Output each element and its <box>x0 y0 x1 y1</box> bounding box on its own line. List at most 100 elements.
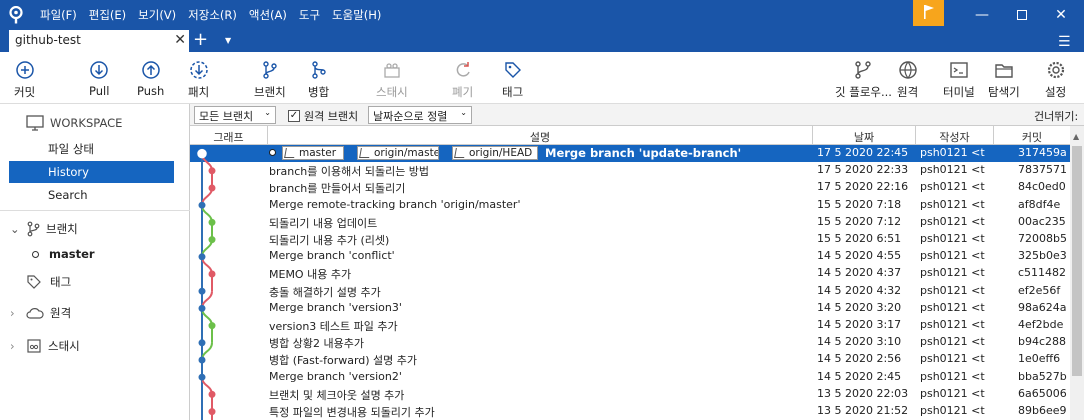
cloud-icon <box>26 308 44 319</box>
ref-label[interactable]: origin/master <box>357 146 439 160</box>
commit-row[interactable]: branch를 만들어서 되돌리기 17 5 2020 22:16 psh0121 … <box>190 179 1070 196</box>
sidebar-section-remotes[interactable]: › 원격 <box>0 302 190 324</box>
repo-tab[interactable]: github-test ✕ <box>9 30 189 52</box>
ref-label[interactable]: master <box>282 146 344 160</box>
sidebar-section-stash[interactable]: › 스태시 <box>0 335 190 357</box>
commit-row[interactable]: Merge remote-tracking branch 'origin/mas… <box>190 197 1070 214</box>
commit-row[interactable]: master origin/master origin/HEAD Merge bran… <box>190 145 1070 163</box>
commit-row[interactable]: version3 테스트 파일 추가 14 5 2020 3:17 psh0121 … <box>190 317 1070 334</box>
commit-row[interactable]: 특정 파일의 변경내용 되돌리기 추가 13 5 2020 21:52 psh012… <box>190 403 1070 420</box>
commit-row[interactable]: Merge branch 'conflict' 14 5 2020 4:55 psh… <box>190 248 1070 265</box>
commit-node <box>198 253 206 261</box>
remote-button[interactable]: 원격 <box>897 52 918 104</box>
commit-hash: 84c0ed0 <box>1018 180 1066 194</box>
merge-icon <box>311 61 326 79</box>
sidebar-section-tags[interactable]: 태그 <box>0 271 190 293</box>
sort-order-select[interactable]: 날짜순으로 정렬 ⌄ <box>368 106 472 124</box>
discard-button[interactable]: 폐기 <box>452 52 473 104</box>
commit-message: Merge remote-tracking branch 'origin/mas… <box>269 197 521 211</box>
commit-date: 15 5 2020 7:12 <box>817 214 902 228</box>
commit-row[interactable]: 되돌리기 내용 추가 (리셋) 15 5 2020 6:51 psh0121 <tn… <box>190 231 1070 248</box>
commit-date: 17 5 2020 22:16 <box>817 180 909 194</box>
commit-author: psh0121 <tngus2( <box>920 232 985 245</box>
sidebar-item-file-status[interactable]: 파일 상태 <box>0 138 190 160</box>
commit-author: psh0121 <tngus2( <box>920 352 985 366</box>
toolbar: 커밋 Pull Push 패치 브랜치 병합 스태시 폐기 태그 깃 플로우..… <box>0 52 1084 104</box>
commit-message: 병합 상황2 내용추가 <box>269 337 364 351</box>
explorer-button[interactable]: 탐색기 <box>988 52 1020 104</box>
menu-file[interactable]: 파일(F) <box>40 7 77 23</box>
close-window-button[interactable]: ✕ <box>1038 0 1084 30</box>
commit-row[interactable]: Merge branch 'version3' 14 5 2020 3:20 psh… <box>190 300 1070 317</box>
tab-dropdown-icon[interactable]: ▼ <box>225 36 231 45</box>
pull-button[interactable]: Pull <box>89 52 109 104</box>
sidebar-item-search[interactable]: Search <box>0 184 190 206</box>
column-message[interactable]: 설명 <box>268 126 813 145</box>
menu-help[interactable]: 도움말(H) <box>332 7 381 23</box>
commit-button[interactable]: 커밋 <box>14 52 35 104</box>
flag-icon <box>924 5 934 19</box>
commit-author: psh0121 <tngus2( <box>920 214 985 228</box>
commit-row[interactable]: branch를 이용해서 되돌리는 방법 17 5 2020 22:33 psh01… <box>190 162 1070 179</box>
branch-button[interactable]: 브랜치 <box>254 52 286 104</box>
sidebar-item-history[interactable]: History <box>9 161 174 183</box>
close-tab-icon[interactable]: ✕ <box>174 32 186 48</box>
branch-filter-select[interactable]: 모든 브랜치 ⌄ <box>194 106 276 124</box>
commit-node <box>208 218 216 226</box>
commit-hash: 7837571 <box>1018 163 1067 177</box>
push-button[interactable]: Push <box>137 52 164 104</box>
settings-button[interactable]: 설정 <box>1045 52 1066 104</box>
commit-author: psh0121 <tngus2( <box>920 283 985 297</box>
merge-button[interactable]: 병합 <box>308 52 329 104</box>
commit-author: psh0121 <tngus2( <box>920 369 985 383</box>
tab-bar: github-test ✕ + ▼ ☰ <box>0 30 1084 52</box>
column-author[interactable]: 작성자 <box>916 126 994 145</box>
commit-date: 14 5 2020 3:10 <box>817 335 902 349</box>
menu-edit[interactable]: 편집(E) <box>89 7 126 23</box>
commit-node <box>208 322 216 330</box>
commit-icon <box>15 61 34 79</box>
column-graph[interactable]: 그래프 <box>190 126 268 145</box>
sidebar-section-branches[interactable]: ⌄ 브랜치 <box>0 218 190 240</box>
commit-row[interactable]: 충돌 해결하기 설명 추가 14 5 2020 4:32 psh0121 <tngu… <box>190 283 1070 300</box>
commit-message: 특정 파일의 변경내용 되돌리기 추가 <box>269 406 435 419</box>
column-commit[interactable]: 커밋 <box>994 126 1070 145</box>
tag-button[interactable]: 태그 <box>502 52 523 104</box>
history-filter-bar: 모든 브랜치 ⌄ ✓ 원격 브랜치 날짜순으로 정렬 ⌄ 건너뛰기: <box>190 104 1084 126</box>
ref-name: origin/master <box>374 147 439 159</box>
head-marker-icon <box>269 149 276 156</box>
tag-icon <box>27 275 41 289</box>
commit-row[interactable]: 브랜치 및 체크아웃 설명 추가 13 5 2020 22:03 psh0121 <… <box>190 386 1070 403</box>
stash-label: 스태시 <box>48 339 80 353</box>
terminal-button[interactable]: 터미널 <box>943 52 975 104</box>
vertical-scrollbar[interactable]: ▲ <box>1070 126 1084 420</box>
menu-tools[interactable]: 도구 <box>299 7 320 23</box>
column-date[interactable]: 날짜 <box>813 126 916 145</box>
commit-row[interactable]: 되돌리기 내용 업데이트 15 5 2020 7:12 psh0121 <tngus… <box>190 214 1070 231</box>
fetch-button[interactable]: 패치 <box>188 52 209 104</box>
remote-branches-checkbox[interactable]: ✓ 원격 브랜치 <box>288 108 358 124</box>
menu-repository[interactable]: 저장소(R) <box>188 7 237 23</box>
add-tab-icon[interactable]: + <box>193 30 208 50</box>
commit-row[interactable]: Merge branch 'version2' 14 5 2020 2:45 psh… <box>190 369 1070 386</box>
sidebar-item-master[interactable]: master <box>0 243 190 265</box>
scroll-up-icon[interactable]: ▲ <box>1073 132 1079 141</box>
globe-icon <box>898 61 917 79</box>
sort-order-value: 날짜순으로 정렬 <box>373 110 448 123</box>
ref-label[interactable]: origin/HEAD <box>452 146 538 160</box>
sidebar: WORKSPACE 파일 상태 History Search ⌄ 브랜치 mas… <box>0 104 190 420</box>
commit-date: 14 5 2020 4:32 <box>817 283 902 297</box>
scrollbar-thumb[interactable] <box>1072 146 1082 376</box>
stash-button[interactable]: 스태시 <box>376 52 408 104</box>
notification-flag-button[interactable] <box>913 0 944 26</box>
commit-row[interactable]: 병합 상황2 내용추가 14 5 2020 3:10 psh0121 <tngus2… <box>190 334 1070 351</box>
commit-date: 13 5 2020 22:03 <box>817 386 909 400</box>
menu-actions[interactable]: 액션(A) <box>249 7 287 23</box>
menu-view[interactable]: 보기(V) <box>138 7 176 23</box>
push-label: Push <box>137 84 165 98</box>
commit-row[interactable]: 병합 (Fast-forward) 설명 추가 14 5 2020 2:56 psh… <box>190 351 1070 368</box>
git-flow-button[interactable]: 깃 플로우... <box>835 52 892 104</box>
hamburger-menu-icon[interactable]: ☰ <box>1058 34 1071 50</box>
commit-row[interactable]: MEMO 내용 추가 14 5 2020 4:37 psh0121 <tngus2(… <box>190 265 1070 282</box>
commit-hash: 98a624a <box>1018 300 1067 314</box>
